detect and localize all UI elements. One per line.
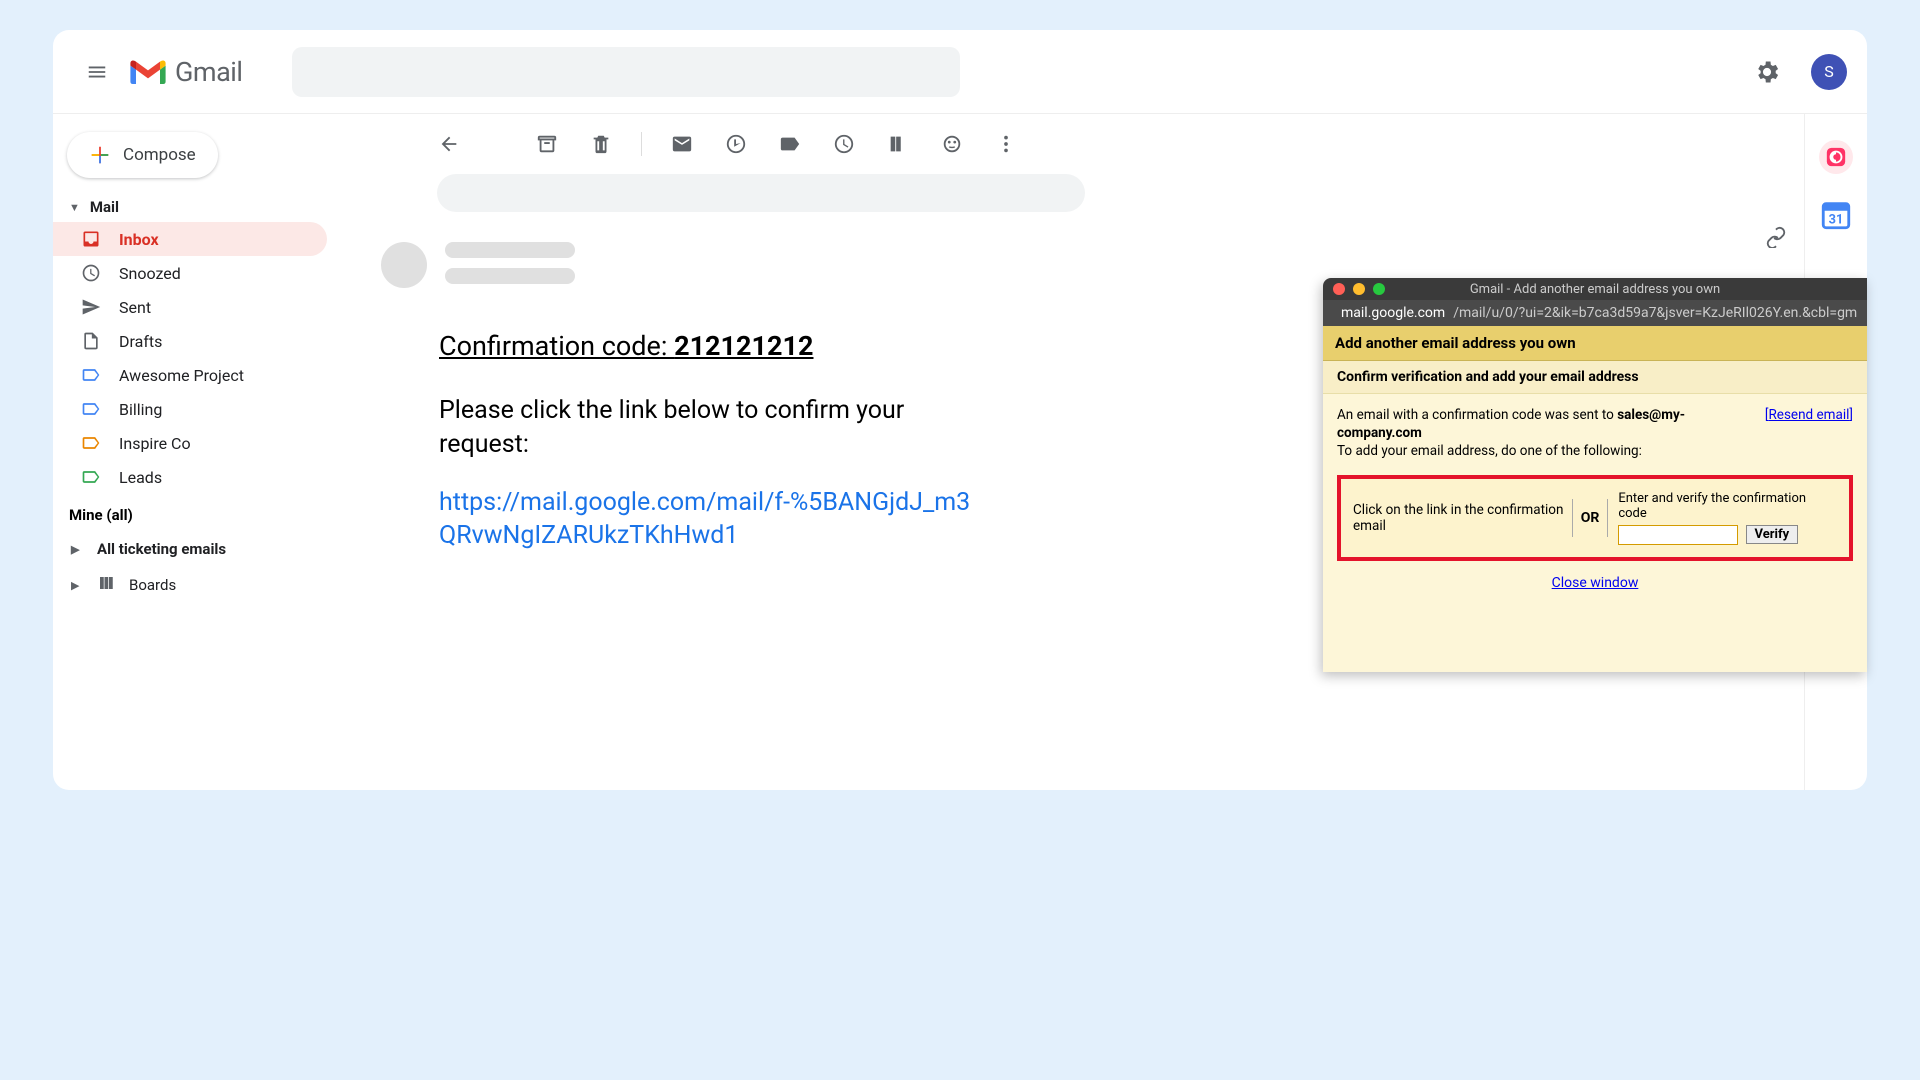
- hamburger-menu-icon[interactable]: [73, 48, 121, 96]
- copy-link-icon[interactable]: [1765, 226, 1787, 252]
- nav-boards[interactable]: ▶ Boards: [53, 566, 339, 604]
- confirmation-code-input[interactable]: [1618, 525, 1738, 545]
- more-button[interactable]: [932, 124, 972, 164]
- email-body: Confirmation code: 212121212 Please clic…: [439, 330, 979, 553]
- draft-icon: [81, 331, 101, 351]
- header: Gmail S: [53, 30, 1867, 114]
- triangle-right-icon: ▶: [71, 579, 83, 592]
- nav-inbox[interactable]: Inbox: [53, 222, 327, 256]
- label-icon: [81, 467, 101, 487]
- nav-billing[interactable]: Billing: [53, 392, 327, 426]
- nav-leads[interactable]: Leads: [53, 460, 327, 494]
- settings-gear-icon[interactable]: [1753, 58, 1781, 86]
- addon-calendar-icon[interactable]: 31: [1819, 198, 1853, 232]
- minimize-window-icon[interactable]: [1353, 283, 1365, 295]
- clock-icon: [81, 263, 101, 283]
- triangle-right-icon: ▶: [71, 543, 83, 556]
- verify-button[interactable]: Verify: [1746, 525, 1799, 544]
- triangle-down-icon: ▼: [69, 201, 80, 214]
- confirmation-code-line: Confirmation code: 212121212: [439, 330, 979, 362]
- move-button[interactable]: [824, 124, 864, 164]
- add-task-button[interactable]: [770, 124, 810, 164]
- archive-button[interactable]: [527, 124, 567, 164]
- compose-label: Compose: [123, 145, 196, 165]
- nav-inspire-co[interactable]: Inspire Co: [53, 426, 327, 460]
- overflow-menu-icon[interactable]: [986, 124, 1026, 164]
- label-icon: [81, 399, 101, 419]
- verification-options-box: Click on the link in the confirmation em…: [1337, 475, 1853, 561]
- svg-text:31: 31: [1829, 213, 1844, 228]
- labels-button[interactable]: [878, 124, 918, 164]
- nav-awesome-project[interactable]: Awesome Project: [53, 358, 327, 392]
- maximize-window-icon[interactable]: [1373, 283, 1385, 295]
- addon-grammarly-icon[interactable]: [1819, 140, 1853, 174]
- sender-meta-skeleton: [445, 268, 575, 284]
- sender-name-skeleton: [445, 242, 575, 258]
- popup-heading: Add another email address you own: [1323, 326, 1867, 361]
- search-input[interactable]: [292, 47, 960, 97]
- popup-body: [Resend email] An email with a confirmat…: [1323, 394, 1867, 672]
- gmail-app: Gmail S Compose ▼ Mail Inbox: [53, 30, 1867, 790]
- mark-unread-button[interactable]: [662, 124, 702, 164]
- close-window-icon[interactable]: [1333, 283, 1345, 295]
- nav-ticketing[interactable]: ▶ All ticketing emails: [53, 532, 339, 566]
- compose-button[interactable]: Compose: [67, 132, 218, 178]
- or-divider: OR: [1572, 499, 1609, 537]
- sidebar: Compose ▼ Mail Inbox Snoozed Sent Drafts: [53, 114, 339, 790]
- back-button[interactable]: [429, 124, 469, 164]
- option-click-link: Click on the link in the confirmation em…: [1353, 502, 1572, 534]
- inbox-icon: [81, 229, 101, 249]
- gmail-m-icon: [127, 56, 169, 88]
- close-window-link[interactable]: Close window: [1552, 575, 1639, 591]
- mail-section[interactable]: ▼ Mail: [53, 192, 339, 222]
- user-avatar[interactable]: S: [1811, 54, 1847, 90]
- nav-sent[interactable]: Sent: [53, 290, 327, 324]
- label-icon: [81, 365, 101, 385]
- label-icon: [81, 433, 101, 453]
- gmail-text: Gmail: [175, 56, 242, 88]
- window-controls[interactable]: [1333, 283, 1385, 295]
- verification-popup: Gmail - Add another email address you ow…: [1323, 278, 1867, 672]
- subject-skeleton: [437, 174, 1085, 212]
- nav-drafts[interactable]: Drafts: [53, 324, 327, 358]
- popup-titlebar: Gmail - Add another email address you ow…: [1323, 278, 1867, 300]
- email-instruction-text: Please click the link below to confirm y…: [439, 394, 979, 462]
- popup-subheading: Confirm verification and add your email …: [1323, 361, 1867, 394]
- email-toolbar: [339, 114, 1804, 174]
- send-icon: [81, 297, 101, 317]
- confirmation-link[interactable]: https://mail.google.com/mail/f-%5BANGjdJ…: [439, 486, 979, 554]
- resend-email-link[interactable]: [Resend email]: [1765, 406, 1853, 424]
- delete-button[interactable]: [581, 124, 621, 164]
- option-enter-code: Enter and verify the confirmation code V…: [1608, 491, 1837, 545]
- sender-avatar: [381, 242, 427, 288]
- popup-url-bar: mail.google.com/mail/u/0/?ui=2&ik=b7ca3d…: [1323, 300, 1867, 326]
- mine-all-label: Mine (all): [53, 494, 339, 532]
- nav-snoozed[interactable]: Snoozed: [53, 256, 327, 290]
- snooze-button[interactable]: [716, 124, 756, 164]
- gmail-logo[interactable]: Gmail: [127, 56, 242, 88]
- plus-icon: [89, 144, 111, 166]
- boards-icon: [97, 574, 115, 596]
